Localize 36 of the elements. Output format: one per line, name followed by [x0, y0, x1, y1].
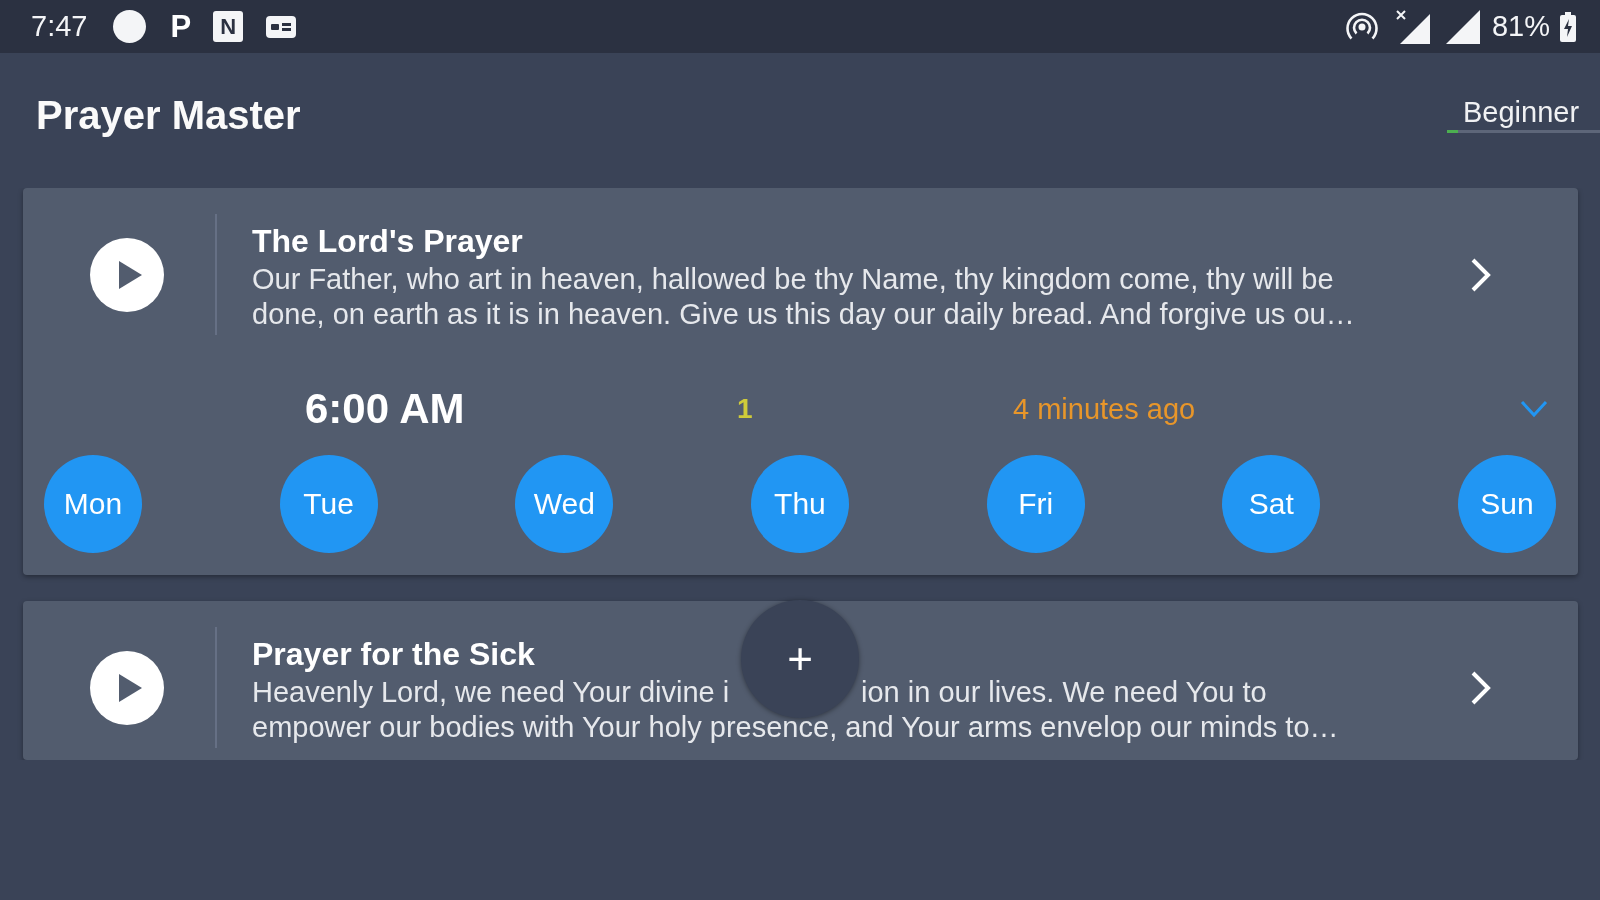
- description-text: Our Father, who art in heaven, hallowed be thy Name, thy kingdom come, thy will be: [252, 261, 1334, 297]
- day-toggle[interactable]: Tue: [279, 455, 378, 553]
- prayer-count: 1: [737, 393, 753, 425]
- open-button[interactable]: [1470, 669, 1492, 706]
- prayer-title: The Lord's Prayer: [252, 221, 523, 260]
- battery-percent: 81%: [1491, 10, 1550, 43]
- play-icon: [90, 237, 164, 312]
- last-prayed-time: 4 minutes ago: [1013, 392, 1196, 426]
- play-icon: [90, 650, 164, 725]
- reminder-time: 6:00 AM: [305, 385, 465, 433]
- chevron-down-icon: [1520, 400, 1548, 418]
- message-tile-icon: [266, 15, 297, 38]
- day-toggle[interactable]: Sun: [1457, 455, 1556, 553]
- level-tab[interactable]: Beginner: [1447, 95, 1600, 129]
- play-button[interactable]: [90, 650, 164, 725]
- play-button[interactable]: [90, 237, 164, 312]
- clock-time: 7:47: [31, 10, 88, 43]
- chevron-right-icon: [1470, 669, 1492, 706]
- open-button[interactable]: [1470, 256, 1492, 293]
- chevron-right-icon: [1470, 256, 1492, 293]
- signal-no-data-icon: [1395, 9, 1430, 44]
- app-title: Prayer Master: [36, 92, 301, 139]
- dot-icon: [113, 10, 147, 43]
- notification-letter: P: [170, 8, 192, 45]
- description-text: Heavenly Lord, we need Your divine i: [252, 674, 730, 710]
- day-toggle[interactable]: Fri: [986, 455, 1085, 553]
- day-toggle[interactable]: Mon: [44, 455, 142, 553]
- day-toggle[interactable]: Wed: [515, 455, 614, 553]
- description-text: done, on earth as it is in heaven. Give us this day our daily bread. And forgive us ou…: [252, 296, 1355, 332]
- battery-charging-icon: [1560, 11, 1576, 42]
- prayer-title: Prayer for the Sick: [252, 634, 535, 673]
- signal-icon: [1445, 9, 1480, 44]
- notification-tile: N: [213, 11, 244, 42]
- day-toggle[interactable]: Sat: [1222, 455, 1321, 553]
- day-toggle[interactable]: Thu: [750, 455, 849, 553]
- description-text: ion in our lives. We need You to: [861, 674, 1267, 710]
